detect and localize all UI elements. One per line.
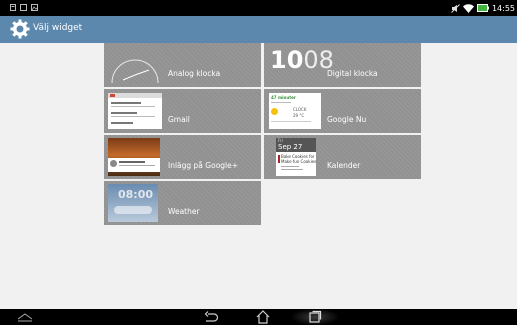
widget-calendar[interactable]: Fri Sep 27 Bake Cookies for Make fun Coo… [264, 135, 421, 179]
google-now-preview: 47 minuter CLOCK 29 °C [269, 93, 321, 129]
calendar-preview: Fri Sep 27 Bake Cookies for Make fun Coo… [276, 138, 316, 176]
widget-label: Weather [168, 207, 200, 216]
gmail-preview [108, 93, 162, 129]
settings-gear-icon[interactable] [10, 19, 30, 39]
clock-hour: 10 [270, 46, 304, 74]
weather-time: 08:00 [118, 188, 154, 201]
widget-label: Google Nu [327, 115, 367, 124]
widget-label: Kalender [327, 161, 361, 170]
widget-google-now[interactable]: 47 minuter CLOCK 29 °C Google Nu [264, 89, 421, 133]
wifi-icon [462, 3, 474, 13]
google-now-card-title: CLOCK [293, 107, 307, 112]
google-now-temp: 29 °C [293, 113, 305, 118]
photo-icon [31, 4, 38, 11]
title-bar: Välj widget [0, 16, 517, 43]
recent-apps-button[interactable] [292, 309, 338, 325]
widget-google-plus-posts[interactable]: Inlägg på Google+ [104, 135, 261, 179]
analog-clock-preview [111, 59, 159, 83]
widget-label: Digital klocka [327, 69, 378, 78]
widget-label: Analog klocka [168, 69, 221, 78]
digital-clock-preview: 1008 [270, 46, 334, 74]
recent-apps-icon [309, 310, 322, 323]
calendar-event-title-2: Make fun Cookies [281, 159, 317, 164]
widget-label: Gmail [168, 115, 190, 124]
notification-icon [10, 4, 16, 11]
screenshot-icon [20, 4, 27, 11]
calendar-date: Sep 27 [278, 143, 303, 151]
widget-gmail[interactable]: Gmail [104, 89, 261, 133]
widget-grid: Analog klocka 1008 Digital klocka Gmail … [0, 43, 517, 309]
expand-icon[interactable] [16, 309, 34, 325]
widget-label: Inlägg på Google+ [168, 161, 239, 170]
widget-analog-clock[interactable]: Analog klocka [104, 43, 261, 87]
mute-icon [451, 3, 460, 13]
google-plus-preview [108, 138, 160, 176]
battery-icon [476, 4, 489, 12]
widget-weather[interactable]: 08:00 Weather [104, 181, 261, 225]
google-now-steps: 47 minuter [271, 95, 296, 100]
page-title: Välj widget [33, 23, 83, 33]
status-time: 14:55 [491, 3, 515, 13]
widget-digital-clock[interactable]: 1008 Digital klocka [264, 43, 421, 87]
status-bar: 14:55 [0, 0, 517, 16]
home-icon[interactable] [254, 309, 272, 325]
weather-preview: 08:00 [108, 184, 158, 222]
back-icon[interactable] [202, 309, 220, 325]
navigation-bar [0, 309, 517, 325]
